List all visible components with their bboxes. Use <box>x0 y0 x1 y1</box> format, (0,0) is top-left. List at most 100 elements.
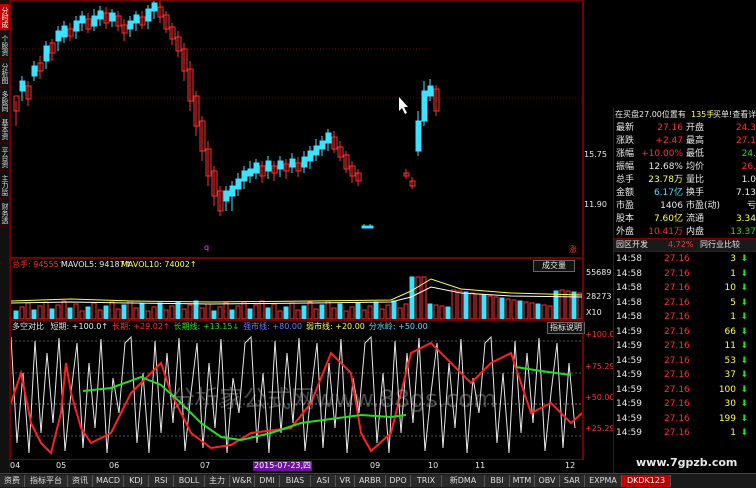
arrow-down-icon: ⬇ <box>740 283 748 293</box>
indicator-panel[interactable]: 多空对比 短期: +100.0↑ 长期: +29.02↑ 长期线: +13.15↓ 强… <box>10 320 585 460</box>
tab-vr[interactable]: VR <box>336 475 355 487</box>
tab-arbr[interactable]: ARBR <box>355 475 386 487</box>
candlestick-chart <box>11 1 582 229</box>
quote-value: 7.13 <box>735 188 756 198</box>
tick-volume: 37 <box>724 370 736 380</box>
quote-label: 涨跌 <box>616 136 635 146</box>
tab-rsi[interactable]: RSI <box>149 475 174 487</box>
tab-w&r[interactable]: W&R <box>230 475 255 487</box>
tick-price: 27.16 <box>664 413 690 424</box>
tick-time: 14:58 <box>616 297 642 308</box>
indicator-param-3: 强市线: +80.00 <box>243 322 303 331</box>
sidebar-tab-7[interactable]: 财务透视 <box>0 200 9 227</box>
tab-obv[interactable]: OBV <box>535 475 560 487</box>
tick-price: 27.16 <box>664 297 690 308</box>
sidebar-tab-6[interactable]: 主力监控 <box>0 172 9 199</box>
watermark-site: www.7gpzb.com <box>636 456 738 469</box>
tab-sar[interactable]: SAR <box>560 475 585 487</box>
tab-资讯[interactable]: 资讯 <box>68 475 93 487</box>
tick-time: 14:58 <box>616 312 642 322</box>
x-axis-month-04: 04 <box>10 461 21 470</box>
indicator-param-5: 分水岭: +50.00 <box>368 322 428 331</box>
quote-row-0: 最新 27.16 开盘 24.3 <box>614 122 756 135</box>
arrow-down-icon: ⬇ <box>740 399 748 409</box>
tick-volume: 30 <box>724 399 736 409</box>
x-axis-month-10: 10 <box>428 461 439 470</box>
tick-time: 14:59 <box>616 384 642 395</box>
indicator-param-2: 长期线: +13.15↓ <box>173 322 240 331</box>
tab-指标平台[interactable]: 指标平台 <box>25 475 68 487</box>
quote-label: 涨幅 <box>616 149 635 159</box>
quote-label: 股本 <box>616 214 635 224</box>
ind-scale-100: +100.0 <box>585 330 615 339</box>
tick-price: 27.16 <box>664 355 690 366</box>
volume-panel[interactable]: 总手: 94555↑ MAVOL5: 94187↑ MAVOL10: 74002… <box>10 258 583 320</box>
tab-trix[interactable]: TRIX <box>411 475 442 487</box>
tab-expma[interactable]: EXPMA <box>585 475 622 487</box>
tab-bias[interactable]: BIAS <box>280 475 311 487</box>
watermark: 分析家公式网www.88gs.com <box>171 385 497 413</box>
quote-row-5: 金额 6.17亿 换手 7.13 <box>614 187 756 200</box>
tab-mtm[interactable]: MTM <box>510 475 535 487</box>
tick-volume: 1 <box>730 312 736 322</box>
indicator-param-1: 长期: +29.02↑ <box>112 322 170 331</box>
tab-资费[interactable]: 资费 <box>0 475 25 487</box>
tick-row: 14:58 27.16 1 ⬇ <box>614 310 756 325</box>
quote-value: 23.78万 <box>648 175 683 185</box>
tab-kdj[interactable]: KDJ <box>124 475 149 487</box>
quote-value: 7.60亿 <box>653 214 683 224</box>
x-axis-month-12: 12 <box>565 461 576 470</box>
volume-scale-top: 55689 <box>586 268 612 277</box>
volume-bars <box>11 276 582 319</box>
ind-scale-25: +25.29 <box>585 424 615 433</box>
quote-label: 均价 <box>686 162 705 172</box>
quote-value: 27.16 <box>657 123 683 133</box>
arrow-down-icon: ⬇ <box>740 428 748 438</box>
tick-time: 14:58 <box>616 283 642 293</box>
tab-asi[interactable]: ASI <box>311 475 336 487</box>
sidebar-tab-1[interactable]: 个股资料 <box>0 32 9 59</box>
sidebar-tab-0[interactable]: 分时成交 <box>0 4 9 31</box>
quote-row-2: 涨幅 +10.00% 最低 24. <box>614 148 756 161</box>
tick-row: 14:58 27.16 5 ⬇ <box>614 296 756 311</box>
tick-row: 14:59 27.16 1 ⬇ <box>614 426 756 441</box>
quote-row-7: 股本 7.60亿 流通 3.34 <box>614 213 756 226</box>
quote-header-mid: 135手 <box>691 110 715 119</box>
tick-time: 14:59 <box>616 399 642 409</box>
tab-dpo[interactable]: DPO <box>386 475 411 487</box>
volume-scale-mid: 28273 <box>586 292 612 301</box>
tick-row: 14:59 27.16 199 ⬇ <box>614 412 756 427</box>
x-axis-month-05: 05 <box>56 461 67 470</box>
sidebar-tab-4[interactable]: 基本资料 <box>0 116 9 143</box>
quote-value: 24. <box>741 149 756 159</box>
tab-dmi[interactable]: DMI <box>255 475 280 487</box>
quote-value: 1406 <box>660 201 683 211</box>
quote-label: 市盈 <box>616 201 635 211</box>
sidebar-tab-2[interactable]: 分析图表 <box>0 60 9 87</box>
tab-主力[interactable]: 主力 <box>205 475 230 487</box>
quote-header[interactable]: 在买盘27.00位置有 135手 买单!查看详情 <box>615 110 756 120</box>
arrow-down-icon: ⬇ <box>740 326 748 337</box>
arrow-down-icon: ⬇ <box>740 254 748 264</box>
quote-value: +2.47 <box>655 136 683 146</box>
quote-label: 振幅 <box>616 162 635 172</box>
tab-dkdk123[interactable]: DKDK123 <box>622 475 671 487</box>
quote-row-1: 涨跌 +2.47 最高 27.1 <box>614 135 756 148</box>
sector-row[interactable]: 园区开发 4.72% 同行业比较 <box>614 238 756 252</box>
tick-row: 14:59 27.16 66 ⬇ <box>614 325 756 340</box>
sector-compare[interactable]: 同行业比较 <box>700 239 740 251</box>
tick-row: 14:59 27.16 30 ⬇ <box>614 397 756 412</box>
quote-header-left: 在买盘27.00位置有 <box>615 110 686 119</box>
sidebar-tab-3[interactable]: 多股同列 <box>0 88 9 115</box>
x-axis-month-07: 07 <box>200 461 211 470</box>
tab-boll[interactable]: BOLL <box>174 475 205 487</box>
quote-label: 最新 <box>616 123 635 133</box>
tab-macd[interactable]: MACD <box>93 475 124 487</box>
kline-panel[interactable]: 15.75 11.90 q 涨 <box>10 0 607 258</box>
tick-price: 27.16 <box>664 428 690 438</box>
ind-scale-75: +75.29 <box>585 362 615 371</box>
tab-bbi[interactable]: BBI <box>485 475 510 487</box>
quote-value: 亏 <box>746 201 756 211</box>
sidebar-tab-5[interactable]: 平台资讯 <box>0 144 9 171</box>
tab-新dma[interactable]: 新DMA <box>442 475 485 487</box>
